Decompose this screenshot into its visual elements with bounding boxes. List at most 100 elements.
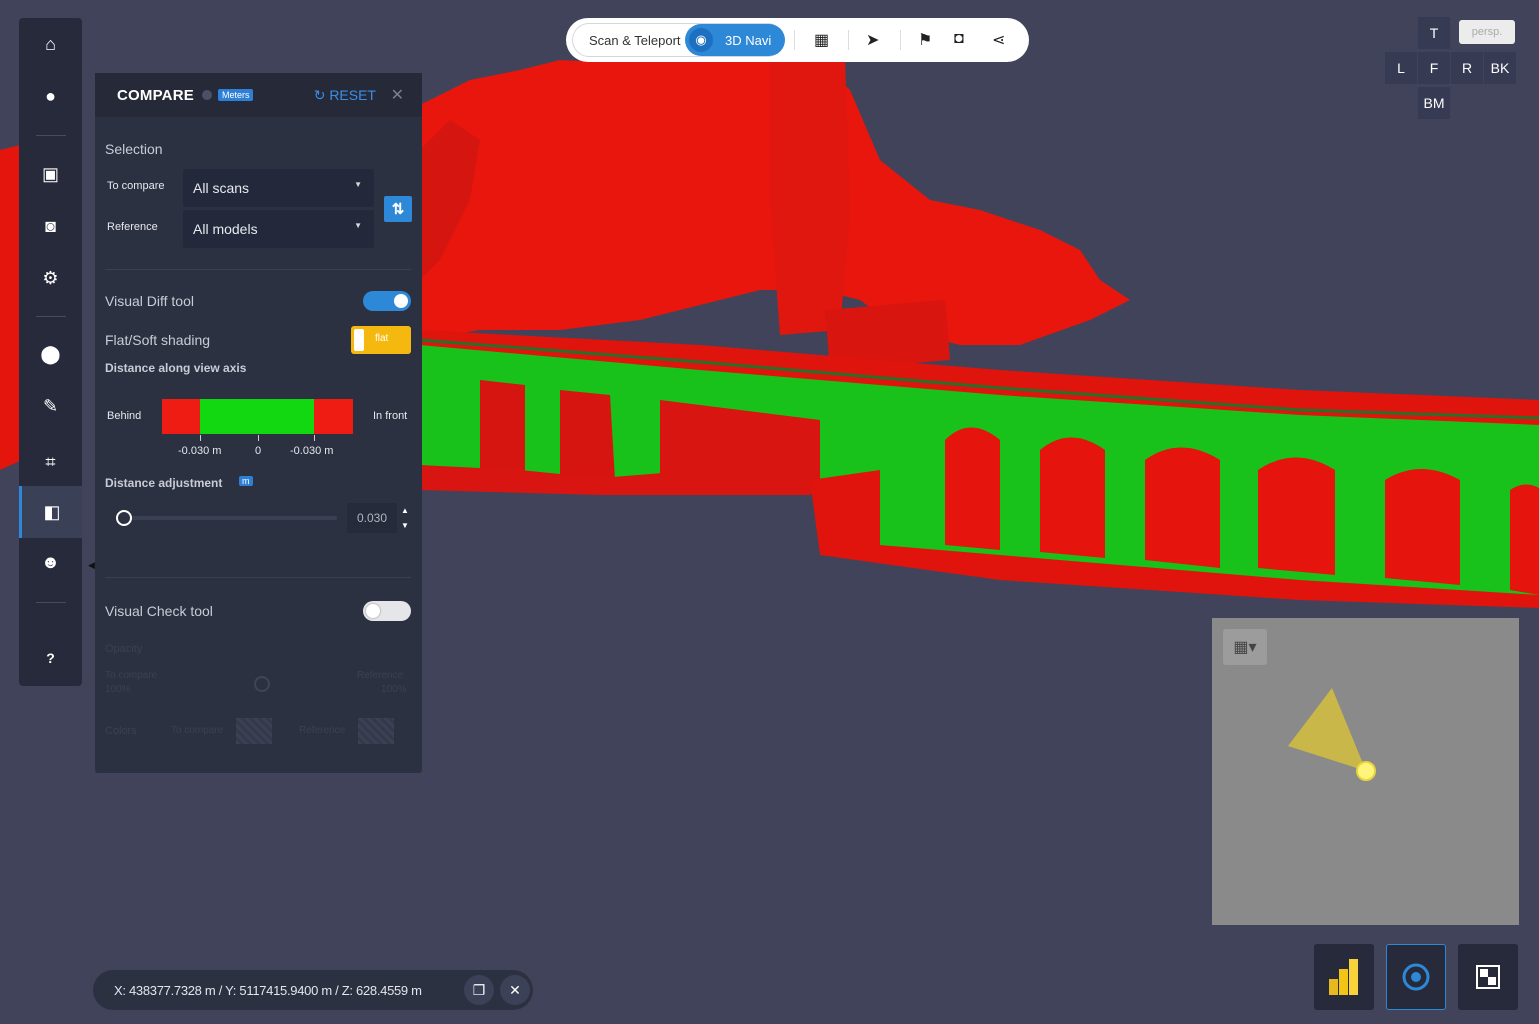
tick-mark — [200, 435, 201, 441]
collapse-arrow-icon[interactable]: ◀ — [88, 560, 95, 571]
camera-icon[interactable]: ◘ — [954, 30, 964, 48]
camera-position-marker — [1356, 761, 1376, 781]
info-icon[interactable] — [201, 90, 212, 100]
shading-toggle[interactable]: flat — [351, 326, 411, 354]
opacity-left-label: To compare — [105, 670, 158, 681]
to-compare-color-swatch[interactable] — [236, 718, 272, 744]
toolbar-divider — [794, 30, 795, 50]
3d-navi-mode[interactable]: ◉ 3D Navi — [685, 24, 785, 56]
share-icon[interactable]: ⋖ — [992, 30, 1005, 50]
visual-check-toggle[interactable] — [363, 601, 411, 621]
top-toolbar: Scan & Teleport ◉ 3D Navi ▦ ➤ ⚑ ◘ ⋖ — [566, 18, 1029, 62]
compare-icon[interactable]: ◧ — [19, 486, 82, 538]
view-bottom-button[interactable]: BM — [1418, 87, 1450, 119]
reset-button[interactable]: ↻ RESET — [314, 87, 376, 104]
pointer-icon[interactable]: ➤ — [866, 30, 879, 50]
navigation-icon: ◉ — [689, 28, 713, 52]
mode-switch[interactable]: Scan & Teleport ◉ 3D Navi — [572, 23, 785, 57]
3d-navi-label: 3D Navi — [725, 32, 772, 48]
toggle-knob — [394, 294, 408, 308]
view-back-button[interactable]: BK — [1484, 52, 1516, 84]
navigation-mode-button[interactable] — [1386, 944, 1446, 1010]
to-compare-value: All scans — [193, 180, 250, 196]
sidebar-divider — [36, 602, 66, 603]
distance-slider-track[interactable] — [117, 516, 337, 520]
help-icon[interactable]: ? — [19, 632, 82, 684]
reference-label: Reference — [107, 221, 158, 233]
close-icon[interactable]: ✕ — [391, 85, 404, 105]
grid-icon[interactable]: ▦ — [814, 30, 829, 50]
visual-check-label: Visual Check tool — [105, 603, 213, 619]
view-front-button[interactable]: F — [1418, 52, 1450, 84]
unit-badge[interactable]: Meters — [217, 89, 254, 101]
compare-panel: COMPARE Meters ↻ RESET ✕ Selection To co… — [95, 73, 422, 773]
panel-divider — [105, 269, 411, 270]
distance-slider-handle[interactable] — [116, 510, 132, 526]
swap-button[interactable]: ⇅ — [384, 196, 412, 222]
gear-icon[interactable]: ⚙ — [19, 252, 82, 304]
selection-label: Selection — [105, 141, 163, 157]
panel-divider — [105, 577, 411, 578]
fullscreen-button[interactable] — [1458, 944, 1518, 1010]
diff-bar-front — [314, 399, 353, 434]
scan-teleport-mode[interactable]: Scan & Teleport — [589, 33, 681, 48]
close-icon[interactable]: ✕ — [500, 975, 530, 1005]
screen-icon[interactable]: ▣ — [19, 148, 82, 200]
reference-color-swatch[interactable] — [358, 718, 394, 744]
user-icon[interactable]: ☻ — [19, 536, 82, 588]
stepper-down-icon[interactable]: ▼ — [401, 521, 409, 530]
toolbar-divider — [900, 30, 901, 50]
distance-input[interactable]: 0.030 — [347, 503, 397, 533]
in-front-label: In front — [373, 410, 408, 422]
pin-icon[interactable]: ⬤ — [19, 328, 82, 380]
toggle-knob — [366, 604, 380, 618]
shading-label: Flat/Soft shading — [105, 332, 211, 348]
behind-label: Behind — [107, 410, 142, 422]
sidebar-divider — [36, 316, 66, 317]
home-icon[interactable]: ⌂ — [19, 18, 82, 70]
to-compare-select[interactable]: All scans ▼ — [183, 169, 374, 207]
tick-label: -0.030 m — [290, 445, 334, 457]
toggle-knob — [354, 329, 364, 351]
diff-bar-tolerance — [200, 399, 314, 434]
opacity-slider-handle[interactable] — [254, 676, 270, 692]
view-right-button[interactable]: R — [1451, 52, 1483, 84]
opacity-right-label: Reference — [357, 670, 404, 681]
colors-to-compare-label: To compare — [171, 725, 224, 736]
reference-select[interactable]: All models ▼ — [183, 210, 374, 248]
diff-bar-behind — [162, 399, 200, 434]
visual-diff-label: Visual Diff tool — [105, 293, 194, 309]
tick-label: -0.030 m — [178, 445, 222, 457]
crop-icon[interactable]: ⌗ — [19, 436, 82, 488]
visual-diff-toggle[interactable] — [363, 291, 411, 311]
navigation-icon — [1402, 963, 1430, 991]
distance-stepper[interactable]: ▲ ▼ — [397, 503, 413, 533]
view-top-button[interactable]: T — [1418, 17, 1450, 49]
copy-icon[interactable]: ❐ — [464, 975, 494, 1005]
shading-value: flat — [375, 333, 389, 344]
analytics-button[interactable] — [1314, 944, 1374, 1010]
record-icon[interactable]: ● — [19, 70, 82, 122]
flag-icon[interactable]: ⚑ — [918, 30, 932, 50]
toolbar-divider — [848, 30, 849, 50]
diff-color-bar — [162, 399, 353, 434]
refresh-icon: ↻ — [313, 86, 330, 103]
view-left-button[interactable]: L — [1385, 52, 1417, 84]
distance-adjust-label: Distance adjustment — [105, 476, 223, 490]
to-compare-label: To compare — [107, 180, 165, 192]
minimap[interactable]: ▦▾ — [1212, 618, 1519, 925]
opacity-left-pct: 100% — [105, 684, 131, 695]
caret-down-icon: ▼ — [354, 180, 362, 189]
distance-unit-badge: m — [239, 476, 253, 486]
tick-mark — [258, 435, 259, 441]
perspective-toggle[interactable]: persp. — [1459, 20, 1515, 44]
colors-reference-label: Reference — [299, 725, 346, 736]
ruler-icon[interactable]: ✎ — [19, 380, 82, 432]
colors-label: Colors — [105, 725, 137, 737]
fullscreen-icon — [1476, 965, 1500, 989]
view-cone — [1288, 688, 1366, 771]
tick-label: 0 — [255, 445, 262, 457]
camera-icon[interactable]: ◙ — [19, 200, 82, 252]
left-sidebar: ⌂ ● ▣ ◙ ⚙ ⬤ ✎ ⌗ ◧ ☻ ? — [19, 18, 82, 686]
stepper-up-icon[interactable]: ▲ — [401, 506, 409, 515]
